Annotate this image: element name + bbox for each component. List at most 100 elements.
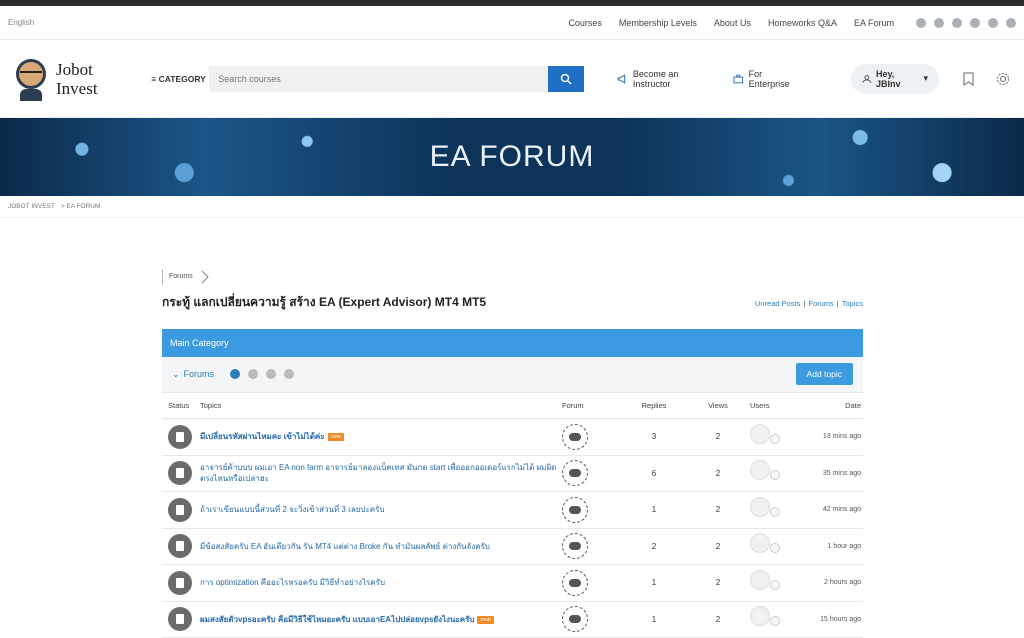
unread-posts-link[interactable]: Unread Posts [755,299,800,308]
user-menu[interactable]: Hey, JBInv ▾ [851,64,939,94]
twitter-icon[interactable] [934,18,944,28]
topic-date: 13 mins ago [800,419,863,456]
hero-banner: EA FORUM [0,118,1024,196]
forum-chat-icon[interactable] [562,533,588,559]
page-title: กระทู้ แลกเปลี่ยนความรู้ สร้าง EA (Exper… [162,293,486,312]
facebook-icon[interactable] [916,18,926,28]
nav-courses[interactable]: Courses [568,18,602,28]
forums-breadcrumb[interactable]: Forums [162,269,209,285]
youtube-icon[interactable] [1006,18,1016,28]
user-icon [862,74,872,84]
nav-membership-levels[interactable]: Membership Levels [619,18,697,28]
search-icon [560,73,572,85]
header-icons [963,72,1010,86]
topic-status-icon [168,534,192,558]
check-icon[interactable] [266,369,276,379]
topics-link[interactable]: Topics [842,299,863,308]
topic-date: 42 mins ago [800,492,863,529]
banner-title: EA FORUM [0,118,1024,196]
skype-icon[interactable] [970,18,980,28]
views-count: 2 [686,565,750,602]
table-row: ผมสงสัยตัวvpsอะครับ คือมีวิธีใช้ไหมอะครั… [162,601,863,638]
for-enterprise-link[interactable]: For Enterprise [733,69,803,89]
topic-link[interactable]: มีข้อสงสัยครับ EA อันเดียวกัน รัน MT4 แต… [200,542,490,551]
forum-chat-icon[interactable] [562,497,588,523]
add-topic-button[interactable]: Add topic [796,363,853,385]
topic-link[interactable]: ถ้าเราเขียนแบบนี้ส่วนที่ 2 จะวิ่งเข้าส่ว… [200,505,385,514]
replies-count: 1 [622,492,686,529]
site-header: Jobot Invest ≡ CATEGORY Become an Instru… [0,40,1024,118]
forum-chat-icon[interactable] [562,570,588,596]
topic-link[interactable]: อาจารย์ค้าบบบ ผมเอา EA non farm อาจารย์ม… [200,463,556,483]
search-input[interactable] [209,66,548,92]
replies-count: 2 [622,528,686,565]
forum-chat-icon[interactable] [562,460,588,486]
megaphone-icon [617,74,628,84]
search-button[interactable] [548,66,584,92]
site-logo[interactable]: Jobot Invest [14,57,149,101]
topic-date: 15 hours ago [800,601,863,638]
forum-chat-icon[interactable] [562,424,588,450]
topic-link[interactable]: ผมสงสัยตัวvpsอะครับ คือมีวิธีใช้ไหมอะครั… [200,615,474,624]
avatar[interactable] [750,497,770,517]
bookmark-icon[interactable] [963,72,974,86]
avatar[interactable] [750,533,770,553]
avatar[interactable] [770,470,780,480]
nav-about-us[interactable]: About Us [714,18,751,28]
telegram-icon[interactable] [988,18,998,28]
views-count: 2 [686,419,750,456]
table-row: มีเปลี่ยนรหัสผ่านไหมคะ เข้าไม่ได้ค่ะnew … [162,419,863,456]
avatar[interactable] [750,460,770,480]
logo-text: Jobot Invest [56,60,98,98]
views-count: 2 [686,601,750,638]
avatar[interactable] [770,580,780,590]
clock-icon[interactable] [230,369,240,379]
language-selector[interactable]: English [8,18,34,27]
nav-ea-forum[interactable]: EA Forum [854,18,894,28]
forum-quick-links: Unread Posts | Forums | Topics [755,299,863,308]
replies-count: 1 [622,601,686,638]
table-row: มีข้อสงสัยครับ EA อันเดียวกัน รัน MT4 แต… [162,528,863,565]
category-menu[interactable]: ≡ CATEGORY [151,74,209,84]
avatar[interactable] [750,606,770,626]
logo-avatar-icon [14,57,48,101]
header-links: Become an Instructor For Enterprise [617,69,803,89]
forums-link[interactable]: Forums [808,299,833,308]
topic-date: 35 mins ago [800,455,863,492]
views-count: 2 [686,455,750,492]
topic-status-icon [168,461,192,485]
col-replies: Replies [622,393,686,419]
new-badge: new [328,433,344,441]
views-count: 2 [686,492,750,529]
fire-icon[interactable] [248,369,258,379]
avatar[interactable] [770,616,780,626]
close-icon[interactable] [284,369,294,379]
avatar[interactable] [750,570,770,590]
breadcrumb-home[interactable]: JOBOT INVEST [8,203,55,210]
topic-link[interactable]: การ optimization คืออะไรหรอครับ มีวิธีทำ… [200,578,385,587]
avatar[interactable] [770,543,780,553]
new-badge: new [477,616,493,624]
col-users: Users [750,393,800,419]
table-row: อาจารย์ค้าบบบ ผมเอา EA non farm อาจารย์ม… [162,455,863,492]
forum-chat-icon[interactable] [562,606,588,632]
avatar[interactable] [750,424,770,444]
col-views: Views [686,393,750,419]
nav-homeworks-qa[interactable]: Homeworks Q&A [768,18,837,28]
avatar[interactable] [770,434,780,444]
topic-link[interactable]: มีเปลี่ยนรหัสผ่านไหมคะ เข้าไม่ได้ค่ะ [200,432,325,441]
replies-count: 1 [622,565,686,602]
topic-date: 2 hours ago [800,565,863,602]
topic-date: 1 hour ago [800,528,863,565]
topics-table: Status Topics Forum Replies Views Users … [162,393,863,638]
breadcrumb: JOBOT INVEST > EA FORUM [0,196,1024,218]
col-forum: Forum [562,393,622,419]
gear-icon[interactable] [996,72,1010,86]
topic-status-icon [168,571,192,595]
topic-status-icon [168,498,192,522]
avatar[interactable] [770,507,780,517]
forums-filter[interactable]: ⌄ Forums [172,369,214,380]
instagram-icon[interactable] [952,18,962,28]
become-instructor-link[interactable]: Become an Instructor [617,69,715,89]
replies-count: 6 [622,455,686,492]
